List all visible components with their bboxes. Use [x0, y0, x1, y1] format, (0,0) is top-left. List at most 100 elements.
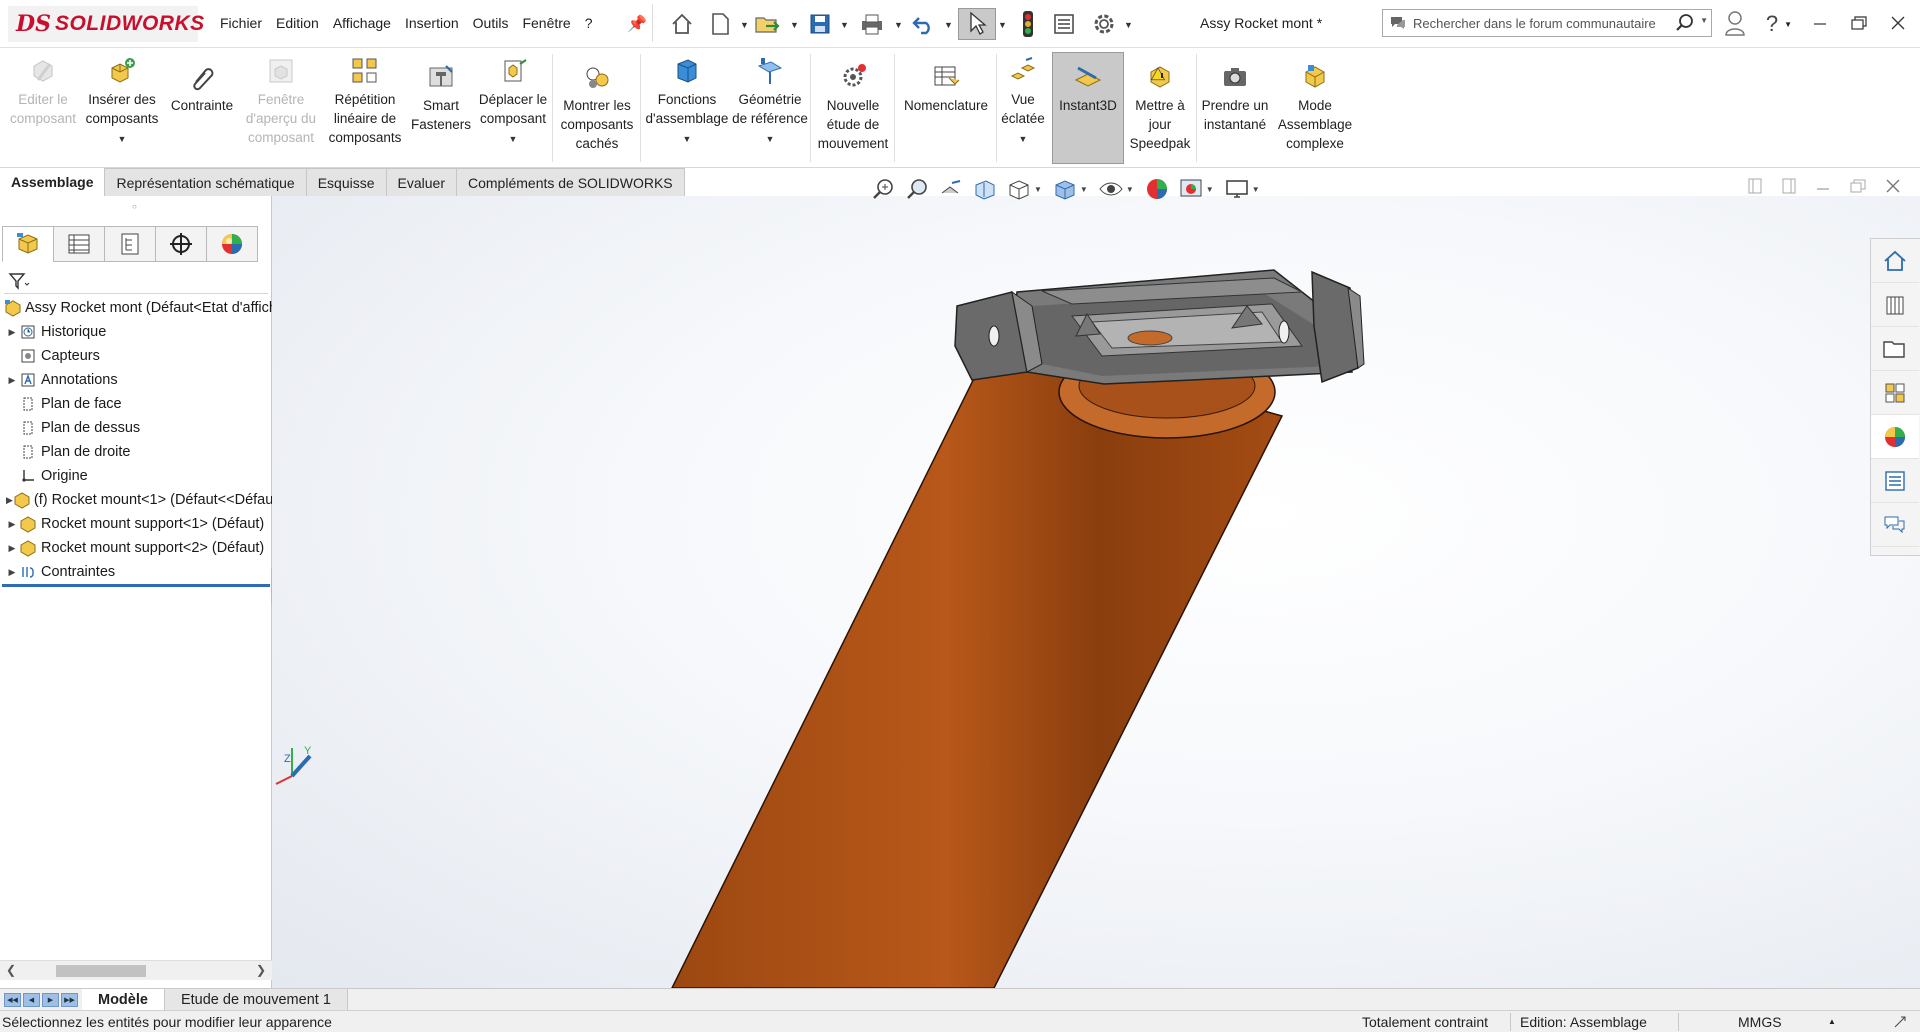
move-component-caret[interactable]: ▼	[509, 130, 518, 149]
panel-grip[interactable]: ○	[132, 202, 137, 211]
minimize-icon[interactable]	[1812, 15, 1828, 34]
undo-icon[interactable]	[908, 8, 940, 40]
edit-component-button[interactable]: Editer le composant	[4, 56, 82, 128]
scroll-right-arrow-icon[interactable]: ❯	[256, 963, 266, 977]
insert-components-caret[interactable]: ▼	[118, 130, 127, 149]
menu-fichier[interactable]: Fichier	[220, 15, 262, 31]
tree-item-origine[interactable]: Origine	[0, 464, 272, 488]
edit-appearance-icon[interactable]	[1142, 174, 1172, 204]
graphics-viewport[interactable]: Z Y X	[272, 196, 1920, 988]
first-tab-icon[interactable]: ◀◀	[4, 992, 21, 1007]
status-help-icon[interactable]	[1892, 1014, 1908, 1033]
units-selector[interactable]: MMGS	[1738, 1014, 1782, 1030]
view-palette-icon[interactable]	[1871, 371, 1919, 415]
show-hidden-components-button[interactable]: Montrer les composants cachés	[556, 62, 638, 153]
menu-fenetre[interactable]: Fenêtre	[522, 15, 570, 31]
save-icon[interactable]	[804, 8, 836, 40]
appearances-scenes-icon[interactable]	[1871, 415, 1919, 459]
viewport-close-icon[interactable]	[1886, 179, 1900, 196]
component-preview-button[interactable]: Fenêtre d'aperçu du composant	[242, 56, 320, 147]
assembly-model-render[interactable]: Z Y X	[272, 196, 1920, 988]
pin-icon[interactable]: 📌	[627, 14, 647, 34]
menu-edition[interactable]: Edition	[276, 15, 319, 31]
rocket-mount-bracket[interactable]	[954, 269, 1365, 385]
new-document-icon[interactable]	[704, 8, 736, 40]
display-style-caret[interactable]: ▼	[1080, 185, 1088, 194]
expand-arrow-icon[interactable]: ▶	[6, 543, 18, 554]
hide-show-caret[interactable]: ▼	[1126, 185, 1134, 194]
display-style-icon[interactable]	[1050, 174, 1080, 204]
menu-outils[interactable]: Outils	[473, 15, 509, 31]
configurationmanager-tab[interactable]	[104, 226, 156, 262]
solidworks-logo[interactable]: DS SOLIDWORKS	[8, 6, 204, 42]
take-snapshot-button[interactable]: Prendre un instantané	[1198, 62, 1272, 134]
expand-arrow-icon[interactable]: ▶	[6, 375, 18, 386]
search-input[interactable]: Rechercher dans le forum communautaire ▼	[1382, 9, 1712, 37]
section-view-icon[interactable]	[970, 174, 1000, 204]
tab-esquisse[interactable]: Esquisse	[306, 168, 387, 196]
open-dropdown-caret[interactable]: ▼	[790, 20, 799, 30]
save-dropdown-caret[interactable]: ▼	[840, 20, 849, 30]
apply-scene-caret[interactable]: ▼	[1206, 185, 1214, 194]
design-library-icon[interactable]	[1871, 283, 1919, 327]
tree-root-assembly[interactable]: Assy Rocket mont (Défaut<Etat d'affichag…	[0, 296, 272, 320]
search-icon[interactable]	[1675, 13, 1695, 36]
collapse-left-icon[interactable]	[1748, 178, 1762, 197]
bill-of-materials-button[interactable]: Nomenclature	[898, 62, 994, 115]
close-icon[interactable]	[1890, 15, 1906, 34]
new-motion-study-button[interactable]: Nouvelle étude de mouvement	[814, 62, 892, 153]
expand-arrow-icon[interactable]: ▶	[6, 327, 18, 338]
apply-scene-icon[interactable]	[1176, 174, 1206, 204]
view-settings-monitor-icon[interactable]	[1222, 174, 1252, 204]
tab-complements[interactable]: Compléments de SOLIDWORKS	[457, 168, 685, 196]
open-folder-icon[interactable]	[752, 8, 784, 40]
expand-arrow-icon[interactable]: ▶	[6, 519, 18, 530]
large-assembly-mode-button[interactable]: Mode Assemblage complexe	[1274, 62, 1356, 153]
reference-geometry-button[interactable]: Géométrie de référence ▼	[732, 56, 808, 149]
previous-view-icon[interactable]	[936, 174, 966, 204]
print-dropdown-caret[interactable]: ▼	[894, 20, 903, 30]
print-icon[interactable]	[856, 8, 888, 40]
hide-show-items-icon[interactable]	[1096, 174, 1126, 204]
linear-pattern-button[interactable]: Répétition linéaire de composants	[324, 56, 406, 147]
user-account-icon[interactable]	[1724, 10, 1746, 39]
tree-filter[interactable]	[4, 268, 268, 294]
expand-arrow-icon[interactable]: ▶	[6, 495, 13, 506]
exploded-view-caret[interactable]: ▼	[1019, 130, 1028, 149]
units-caret[interactable]: ▲	[1828, 1017, 1836, 1026]
exploded-view-button[interactable]: Vue éclatée ▼	[998, 56, 1048, 149]
custom-properties-icon[interactable]	[1871, 459, 1919, 503]
tree-item-plan-de-droite[interactable]: Plan de droite	[0, 440, 272, 464]
menu-insertion[interactable]: Insertion	[405, 15, 459, 31]
options-dropdown-caret[interactable]: ▼	[1124, 20, 1133, 30]
prev-tab-icon[interactable]: ◀	[23, 992, 40, 1007]
menu-affichage[interactable]: Affichage	[333, 15, 391, 31]
filter-funnel-icon[interactable]	[8, 272, 30, 290]
menu-help[interactable]: ?	[585, 15, 593, 31]
new-dropdown-caret[interactable]: ▼	[740, 20, 749, 30]
undo-dropdown-caret[interactable]: ▼	[944, 20, 953, 30]
view-settings-caret[interactable]: ▼	[1252, 185, 1260, 194]
featuremanager-tab[interactable]	[2, 226, 54, 262]
tree-item-plan-de-face[interactable]: Plan de face	[0, 392, 272, 416]
zoom-to-area-icon[interactable]	[902, 174, 932, 204]
tree-item-annotations[interactable]: ▶ Annotations	[0, 368, 272, 392]
search-dropdown-caret[interactable]: ▼	[1700, 16, 1708, 25]
move-component-button[interactable]: Déplacer le composant ▼	[476, 56, 550, 149]
scroll-thumb[interactable]	[56, 965, 146, 977]
next-tab-icon[interactable]: ▶	[42, 992, 59, 1007]
tree-item-rocket-mount-support-1[interactable]: ▶ Rocket mount support<1> (Défaut)	[0, 512, 272, 536]
reference-geometry-caret[interactable]: ▼	[766, 130, 775, 149]
insert-components-button[interactable]: Insérer des composants ▼	[82, 56, 162, 149]
mate-button[interactable]: Contrainte	[166, 62, 238, 115]
rebuild-traffic-light-icon[interactable]	[1012, 8, 1044, 40]
assembly-features-button[interactable]: Fonctions d'assemblage ▼	[644, 56, 730, 149]
expand-arrow-icon[interactable]: ▶	[6, 567, 18, 578]
tree-item-contraintes[interactable]: ▶ Contraintes	[0, 560, 272, 584]
tree-item-plan-de-dessus[interactable]: Plan de dessus	[0, 416, 272, 440]
update-speedpak-button[interactable]: Mettre à jour Speedpak	[1126, 62, 1194, 153]
tree-rollback-bar[interactable]	[2, 584, 270, 587]
tab-assemblage[interactable]: Assemblage	[0, 168, 106, 196]
smart-fasteners-button[interactable]: Smart Fasteners	[408, 62, 474, 134]
last-tab-icon[interactable]: ▶▶	[61, 992, 78, 1007]
